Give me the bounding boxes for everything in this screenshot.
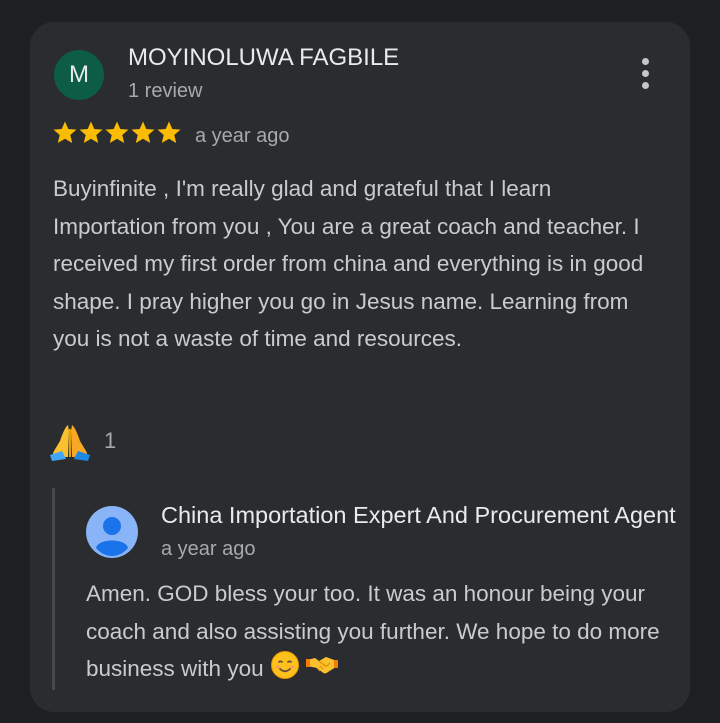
reaction-count: 1 bbox=[104, 428, 117, 453]
star-icon bbox=[131, 121, 155, 143]
review-card: M MOYINOLUWA FAGBILE 1 review a year ago… bbox=[30, 22, 690, 712]
owner-name[interactable]: China Importation Expert And Procurement… bbox=[161, 502, 676, 529]
more-options-icon-dot bbox=[642, 70, 649, 77]
reviewer-review-count: 1 review bbox=[128, 80, 203, 102]
reply-text: Amen. GOD bless your too. It was an hono… bbox=[86, 575, 676, 688]
star-rating bbox=[52, 120, 182, 148]
smiling-face-icon bbox=[270, 651, 299, 679]
reply-date: a year ago bbox=[161, 538, 256, 560]
handshake-icon bbox=[306, 657, 339, 674]
reply-divider bbox=[52, 488, 55, 690]
star-icon bbox=[157, 121, 181, 143]
reply-text-content: Amen. GOD bless your too. It was an hono… bbox=[86, 581, 660, 681]
star-icon bbox=[79, 121, 103, 143]
more-options-icon bbox=[642, 58, 649, 65]
folded-hands-icon bbox=[50, 425, 90, 461]
star-icon bbox=[105, 121, 129, 143]
more-options-button[interactable] bbox=[626, 52, 666, 96]
owner-avatar-icon[interactable] bbox=[86, 506, 138, 558]
reviewer-name[interactable]: MOYINOLUWA FAGBILE bbox=[128, 44, 399, 72]
reviewer-avatar[interactable]: M bbox=[54, 50, 104, 100]
review-date: a year ago bbox=[195, 125, 290, 147]
review-text: Buyinfinite , I'm really glad and gratef… bbox=[53, 176, 644, 351]
star-icon bbox=[53, 121, 77, 143]
reaction-button[interactable]: 1 bbox=[48, 420, 116, 462]
more-options-icon-dot bbox=[642, 82, 649, 89]
reviewer-avatar-letter: M bbox=[69, 61, 89, 88]
